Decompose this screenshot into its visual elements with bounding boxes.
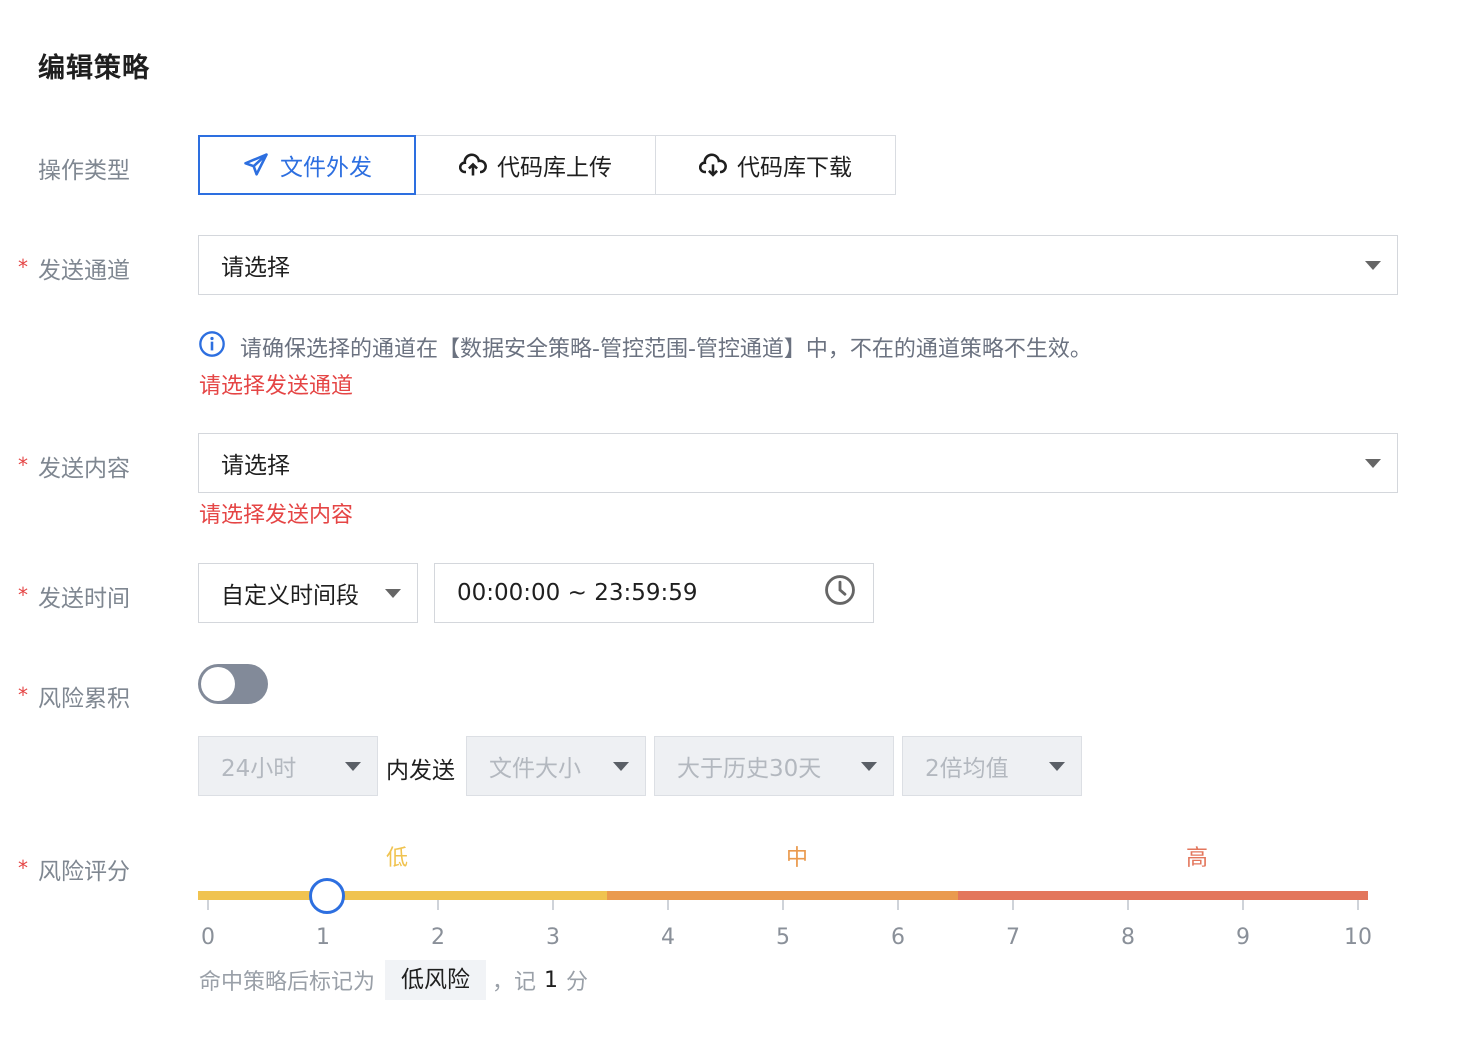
op-type-segmented: 文件外发 代码库上传 代码库下载 — [198, 135, 896, 195]
content-select[interactable]: 请选择 — [198, 433, 1398, 493]
content-label: 发送内容 — [38, 456, 130, 482]
chevron-down-icon — [1365, 260, 1381, 270]
page-title: 编辑策略 — [38, 53, 150, 84]
time-mode-value: 自定义时间段 — [221, 583, 359, 609]
slider-tick — [437, 900, 439, 910]
level-label-high: 高 — [1186, 846, 1209, 871]
slider-tick-label: 8 — [1121, 925, 1135, 950]
multiplier-select[interactable]: 2倍均值 — [902, 736, 1082, 796]
slider-tick — [667, 900, 669, 910]
channel-hint-text: 请确保选择的通道在【数据安全策略-管控范围-管控通道】中，不在的通道策略不生效。 — [240, 337, 1092, 362]
info-icon — [198, 330, 226, 364]
time-mode-select[interactable]: 自定义时间段 — [198, 563, 418, 623]
slider-thumb[interactable] — [309, 878, 345, 914]
accumulate-label: 风险累积 — [38, 686, 130, 712]
slider-tick-label: 4 — [661, 925, 675, 950]
tab-file-send-label: 文件外发 — [280, 155, 372, 181]
slider-tick — [552, 900, 554, 910]
cloud-upload-icon — [459, 152, 487, 178]
cloud-download-icon — [699, 152, 727, 178]
score-label: 风险评分 — [38, 859, 130, 885]
tab-file-send[interactable]: 文件外发 — [198, 135, 416, 195]
time-range-value: 00:00:00 ~ 23:59:59 — [457, 580, 698, 606]
multiplier-value: 2倍均值 — [925, 756, 1009, 782]
result-suffix: 分 — [566, 970, 589, 995]
channel-hint: 请确保选择的通道在【数据安全策略-管控范围-管控通道】中，不在的通道策略不生效。 — [198, 330, 1092, 364]
result-mid: ，记 — [492, 970, 537, 995]
tab-repo-upload[interactable]: 代码库上传 — [415, 135, 656, 195]
chevron-down-icon — [1049, 761, 1065, 771]
op-type-label: 操作类型 — [38, 158, 130, 184]
clock-icon — [823, 573, 857, 613]
period-select[interactable]: 24小时 — [198, 736, 378, 796]
content-required-mark: * — [18, 453, 28, 477]
accumulate-connector: 内发送 — [386, 758, 455, 784]
tab-repo-download[interactable]: 代码库下载 — [655, 135, 896, 195]
metric-value: 文件大小 — [489, 756, 581, 782]
level-label-mid: 中 — [786, 846, 809, 871]
send-icon — [242, 151, 270, 179]
time-required-mark: * — [18, 583, 28, 607]
time-label: 发送时间 — [38, 586, 130, 612]
slider-tick-label: 7 — [1006, 925, 1020, 950]
slider-tick-label: 2 — [431, 925, 445, 950]
chevron-down-icon — [1365, 458, 1381, 468]
period-value: 24小时 — [221, 756, 297, 782]
slider-tick — [1242, 900, 1244, 910]
slider-tick-label: 9 — [1236, 925, 1250, 950]
tab-repo-download-label: 代码库下载 — [737, 155, 852, 181]
toggle-knob — [201, 667, 235, 701]
chevron-down-icon — [861, 761, 877, 771]
channel-label: 发送通道 — [38, 258, 130, 284]
score-result: 命中策略后标记为 低风险 ，记 1 分 — [199, 960, 588, 1000]
time-range-picker[interactable]: 00:00:00 ~ 23:59:59 — [434, 563, 874, 623]
slider-tick-label: 6 — [891, 925, 905, 950]
slider-tick — [1127, 900, 1129, 910]
track-mid — [607, 891, 959, 900]
compare-select[interactable]: 大于历史30天 — [654, 736, 894, 796]
slider-tick — [897, 900, 899, 910]
content-error: 请选择发送内容 — [199, 503, 354, 528]
slider-tick-label: 5 — [776, 925, 790, 950]
level-label-low: 低 — [386, 846, 409, 871]
tab-repo-upload-label: 代码库上传 — [497, 155, 612, 181]
accumulate-required-mark: * — [18, 683, 28, 707]
chevron-down-icon — [345, 761, 361, 771]
chevron-down-icon — [613, 761, 629, 771]
chevron-down-icon — [385, 588, 401, 598]
risk-level-tag: 低风险 — [385, 960, 487, 1000]
channel-select[interactable]: 请选择 — [198, 235, 1398, 295]
slider-tick — [1357, 900, 1359, 910]
track-high — [958, 891, 1368, 900]
result-prefix: 命中策略后标记为 — [199, 970, 376, 995]
compare-value: 大于历史30天 — [677, 756, 822, 782]
slider-tick — [1012, 900, 1014, 910]
content-select-value: 请选择 — [221, 453, 290, 479]
metric-select[interactable]: 文件大小 — [466, 736, 646, 796]
slider-tick-label: 3 — [546, 925, 560, 950]
channel-error: 请选择发送通道 — [199, 374, 354, 399]
slider-tick — [782, 900, 784, 910]
slider-tick-label: 10 — [1344, 925, 1372, 950]
slider-tick-label: 0 — [201, 925, 215, 950]
track-low — [198, 891, 608, 900]
slider-tick — [207, 900, 209, 910]
result-score: 1 — [544, 967, 559, 993]
channel-select-value: 请选择 — [221, 255, 290, 281]
score-required-mark: * — [18, 856, 28, 880]
channel-required-mark: * — [18, 255, 28, 279]
accumulate-toggle[interactable] — [198, 664, 268, 704]
slider-tick-label: 1 — [316, 925, 330, 950]
